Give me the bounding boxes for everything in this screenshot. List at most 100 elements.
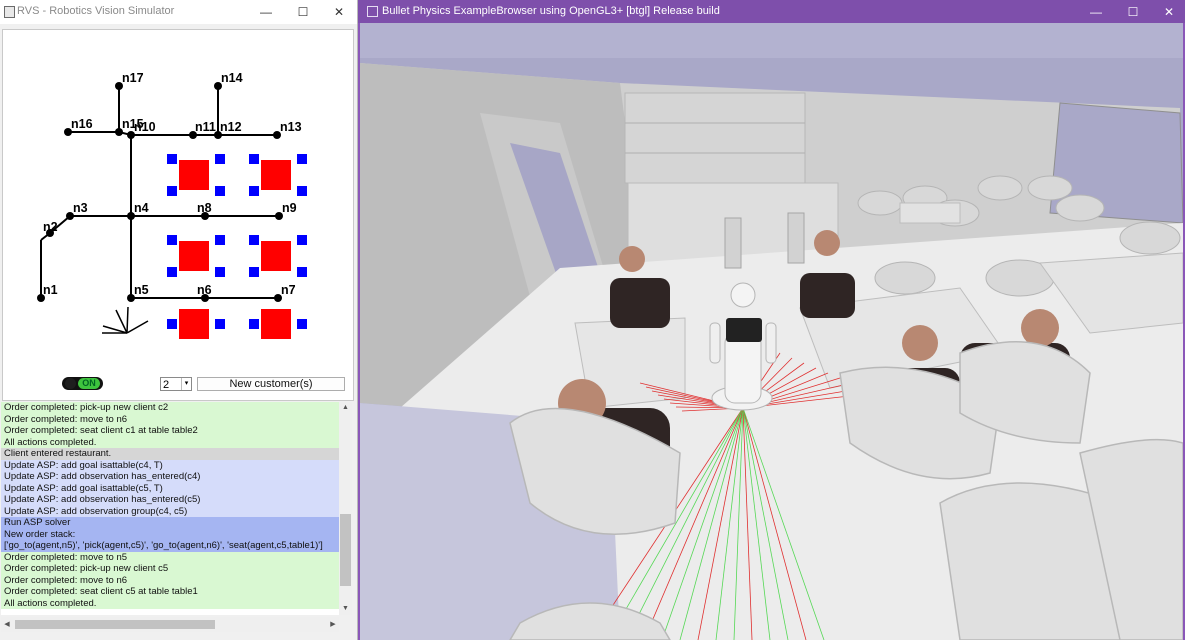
scroll-right-icon[interactable]: ▶ [327, 617, 339, 632]
log-entry: Update ASP: add observation has_entered(… [1, 471, 339, 483]
map-chair [249, 154, 259, 164]
map-node-label: n9 [282, 201, 297, 215]
person-head [902, 325, 938, 361]
map-node-label: n5 [134, 283, 149, 297]
chair [1027, 175, 1073, 201]
map-node-label: n6 [197, 283, 212, 297]
customer-count-spinner[interactable]: 2 ▾ [160, 377, 192, 391]
map-chair [249, 186, 259, 196]
minimize-button[interactable]: — [1078, 2, 1114, 22]
map-chair [249, 235, 259, 245]
log-entry: Order completed: move to n5 [1, 551, 339, 563]
log-entry: All actions completed. [1, 436, 339, 448]
person-body [610, 278, 670, 328]
bullet-titlebar[interactable]: Bullet Physics ExampleBrowser using Open… [358, 0, 1185, 23]
map-chair [167, 267, 177, 277]
scroll-thumb-horizontal[interactable] [15, 620, 215, 629]
map-chair [297, 267, 307, 277]
rvs-window-title: RVS - Robotics Vision Simulator [17, 5, 175, 17]
toggle-knob [65, 378, 76, 389]
log-entry: All actions completed. [1, 597, 339, 609]
log-entry: Update ASP: add observation has_entered(… [1, 494, 339, 506]
log-vertical-scrollbar[interactable]: ▲ ▼ [339, 402, 352, 615]
map-chair [249, 267, 259, 277]
map-node-label: n4 [134, 201, 149, 215]
person-body [800, 273, 855, 318]
map-node-label: n12 [220, 120, 242, 134]
robot-head [730, 282, 756, 308]
log-entry: Update ASP: add goal isattable(c4, T) [1, 459, 339, 471]
log-entry: ['go_to(agent,n5)', 'pick(agent,c5)', 'g… [1, 540, 339, 552]
map-chair [297, 154, 307, 164]
scroll-down-icon[interactable]: ▼ [339, 603, 352, 615]
map-chair [215, 319, 225, 329]
minimize-button[interactable]: — [248, 2, 284, 22]
bar-stool [787, 212, 805, 264]
chair [1119, 221, 1181, 255]
bullet-window-title: Bullet Physics ExampleBrowser using Open… [382, 5, 720, 17]
bar-stool [724, 217, 742, 269]
robot-body [724, 332, 762, 404]
rvs-window: RVS - Robotics Vision Simulator — ☐ ✕ n1… [0, 0, 358, 640]
bullet-window: Bullet Physics ExampleBrowser using Open… [358, 0, 1185, 640]
map-chair [167, 154, 177, 164]
map-table [179, 241, 209, 271]
log-entry: Update ASP: add observation group(c4, c5… [1, 505, 339, 517]
chair [857, 190, 903, 216]
scroll-up-icon[interactable]: ▲ [339, 402, 352, 414]
map-node-label: n13 [280, 120, 302, 134]
toggle-label: ON [78, 378, 100, 389]
map-chair [167, 319, 177, 329]
log-entry: Order completed: move to n6 [1, 574, 339, 586]
maximize-button[interactable]: ☐ [1115, 2, 1151, 22]
app-window-icon [367, 6, 378, 17]
map-node-label: n14 [221, 71, 243, 85]
scroll-thumb[interactable] [340, 514, 351, 586]
map-table [261, 160, 291, 190]
on-off-toggle[interactable]: ON [62, 377, 103, 390]
map-node-label: n8 [197, 201, 212, 215]
map-chair [297, 186, 307, 196]
map-tables [167, 154, 307, 339]
log-list[interactable]: Order completed: pick-up new client c2 Or… [1, 402, 339, 615]
chair [977, 175, 1023, 201]
app-window-icon [4, 6, 15, 18]
map-table [179, 160, 209, 190]
log-entry: Client entered restaurant. [1, 448, 339, 460]
background-table [899, 202, 961, 224]
restaurant-map: n1n2n3 n4n5 n6 n7n8 n9n10 n11 n12 n13n14n15n16n… [37, 71, 307, 339]
log-entry: Order completed: seat client c5 at table… [1, 586, 339, 598]
map-chair [215, 267, 225, 277]
log-entry: Update ASP: add goal isattable(c5, T) [1, 482, 339, 494]
log-entry: New order stack: [1, 528, 339, 540]
robot-marker-line [126, 306, 129, 334]
map-chair [215, 154, 225, 164]
chair [1055, 194, 1105, 222]
person-head [1021, 309, 1059, 347]
log-entry: Run ASP solver [1, 517, 339, 529]
map-table [261, 241, 291, 271]
map-chair [297, 235, 307, 245]
new-customer-button[interactable]: New customer(s) [197, 377, 345, 391]
chevron-down-icon[interactable]: ▾ [181, 378, 191, 390]
map-node-label: n11 [195, 120, 216, 134]
map-chair [167, 186, 177, 196]
map-node-label: n1 [43, 283, 58, 297]
scroll-left-icon[interactable]: ◀ [1, 617, 13, 632]
bar-shelves [624, 92, 806, 184]
simulation-viewport[interactable] [360, 23, 1183, 640]
maximize-button[interactable]: ☐ [285, 2, 321, 22]
close-button[interactable]: ✕ [1151, 2, 1185, 22]
restaurant-map-panel: n1 n2 n3 n4 n5 n6 n7 n8 n9 n10 n11 n12 n13 n14 n15 n16 n… [2, 29, 354, 401]
robot-arm [765, 322, 777, 364]
map-chair [215, 235, 225, 245]
log-entry: Order completed: pick-up new client c2 [1, 402, 339, 414]
chair [874, 261, 936, 295]
robot-arm [709, 322, 721, 364]
close-button[interactable]: ✕ [321, 2, 357, 22]
robot-marker [102, 306, 149, 334]
robot-tablet [726, 318, 762, 342]
map-node-label: n17 [122, 71, 144, 85]
log-horizontal-scrollbar[interactable]: ◀ ▶ [1, 617, 339, 632]
rvs-titlebar[interactable]: RVS - Robotics Vision Simulator — ☐ ✕ [0, 0, 357, 24]
